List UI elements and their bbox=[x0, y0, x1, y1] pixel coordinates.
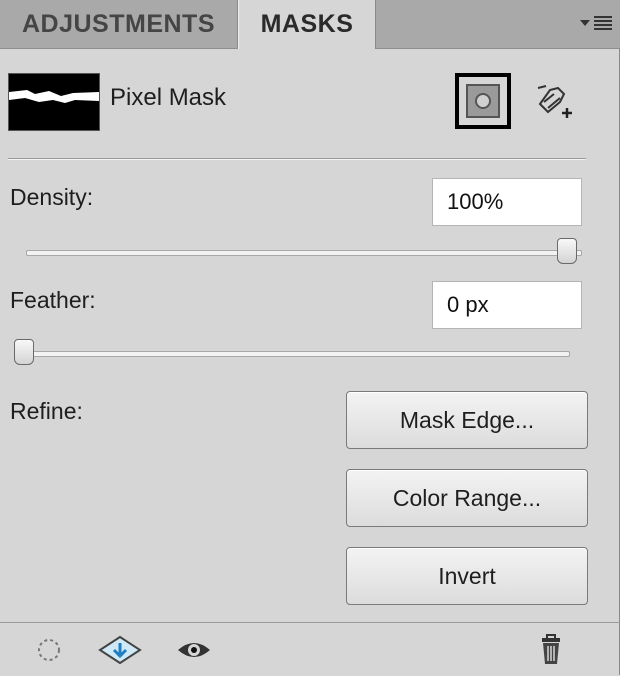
density-input[interactable] bbox=[432, 178, 582, 226]
panel-menu-icon[interactable] bbox=[572, 12, 612, 34]
load-selection-icon[interactable] bbox=[34, 634, 64, 666]
density-label: Density: bbox=[10, 184, 94, 210]
color-range-button[interactable]: Color Range... bbox=[346, 469, 588, 527]
header-divider bbox=[8, 158, 586, 160]
mask-thumbnail[interactable] bbox=[8, 73, 100, 131]
add-vector-mask-icon[interactable] bbox=[534, 82, 578, 122]
feather-slider-thumb[interactable] bbox=[14, 339, 34, 365]
apply-mask-icon[interactable] bbox=[96, 634, 144, 666]
delete-mask-trash-icon[interactable] bbox=[536, 634, 566, 666]
tab-bar: ADJUSTMENTS MASKS bbox=[0, 0, 620, 49]
mask-type-label: Pixel Mask bbox=[110, 84, 227, 111]
tab-masks[interactable]: MASKS bbox=[238, 0, 376, 49]
panel-footer bbox=[0, 622, 620, 676]
tab-adjustments[interactable]: ADJUSTMENTS bbox=[0, 0, 238, 48]
feather-slider-track[interactable] bbox=[16, 351, 570, 357]
mask-thumbnail-image bbox=[9, 74, 99, 130]
density-slider-track[interactable] bbox=[26, 250, 582, 256]
feather-label: Feather: bbox=[10, 287, 96, 313]
add-pixel-mask-icon[interactable] bbox=[455, 73, 511, 129]
masks-panel: ADJUSTMENTS MASKS Pixel Mask Density: Fe… bbox=[0, 0, 620, 675]
visibility-eye-icon[interactable] bbox=[176, 634, 212, 666]
pixel-mask-inner bbox=[466, 84, 500, 118]
invert-button[interactable]: Invert bbox=[346, 547, 588, 605]
mask-edge-button[interactable]: Mask Edge... bbox=[346, 391, 588, 449]
density-slider-thumb[interactable] bbox=[557, 238, 577, 264]
panel-menu-lines bbox=[594, 16, 612, 30]
feather-input[interactable] bbox=[432, 281, 582, 329]
panel-menu-triangle bbox=[580, 20, 590, 26]
refine-label: Refine: bbox=[10, 398, 83, 424]
